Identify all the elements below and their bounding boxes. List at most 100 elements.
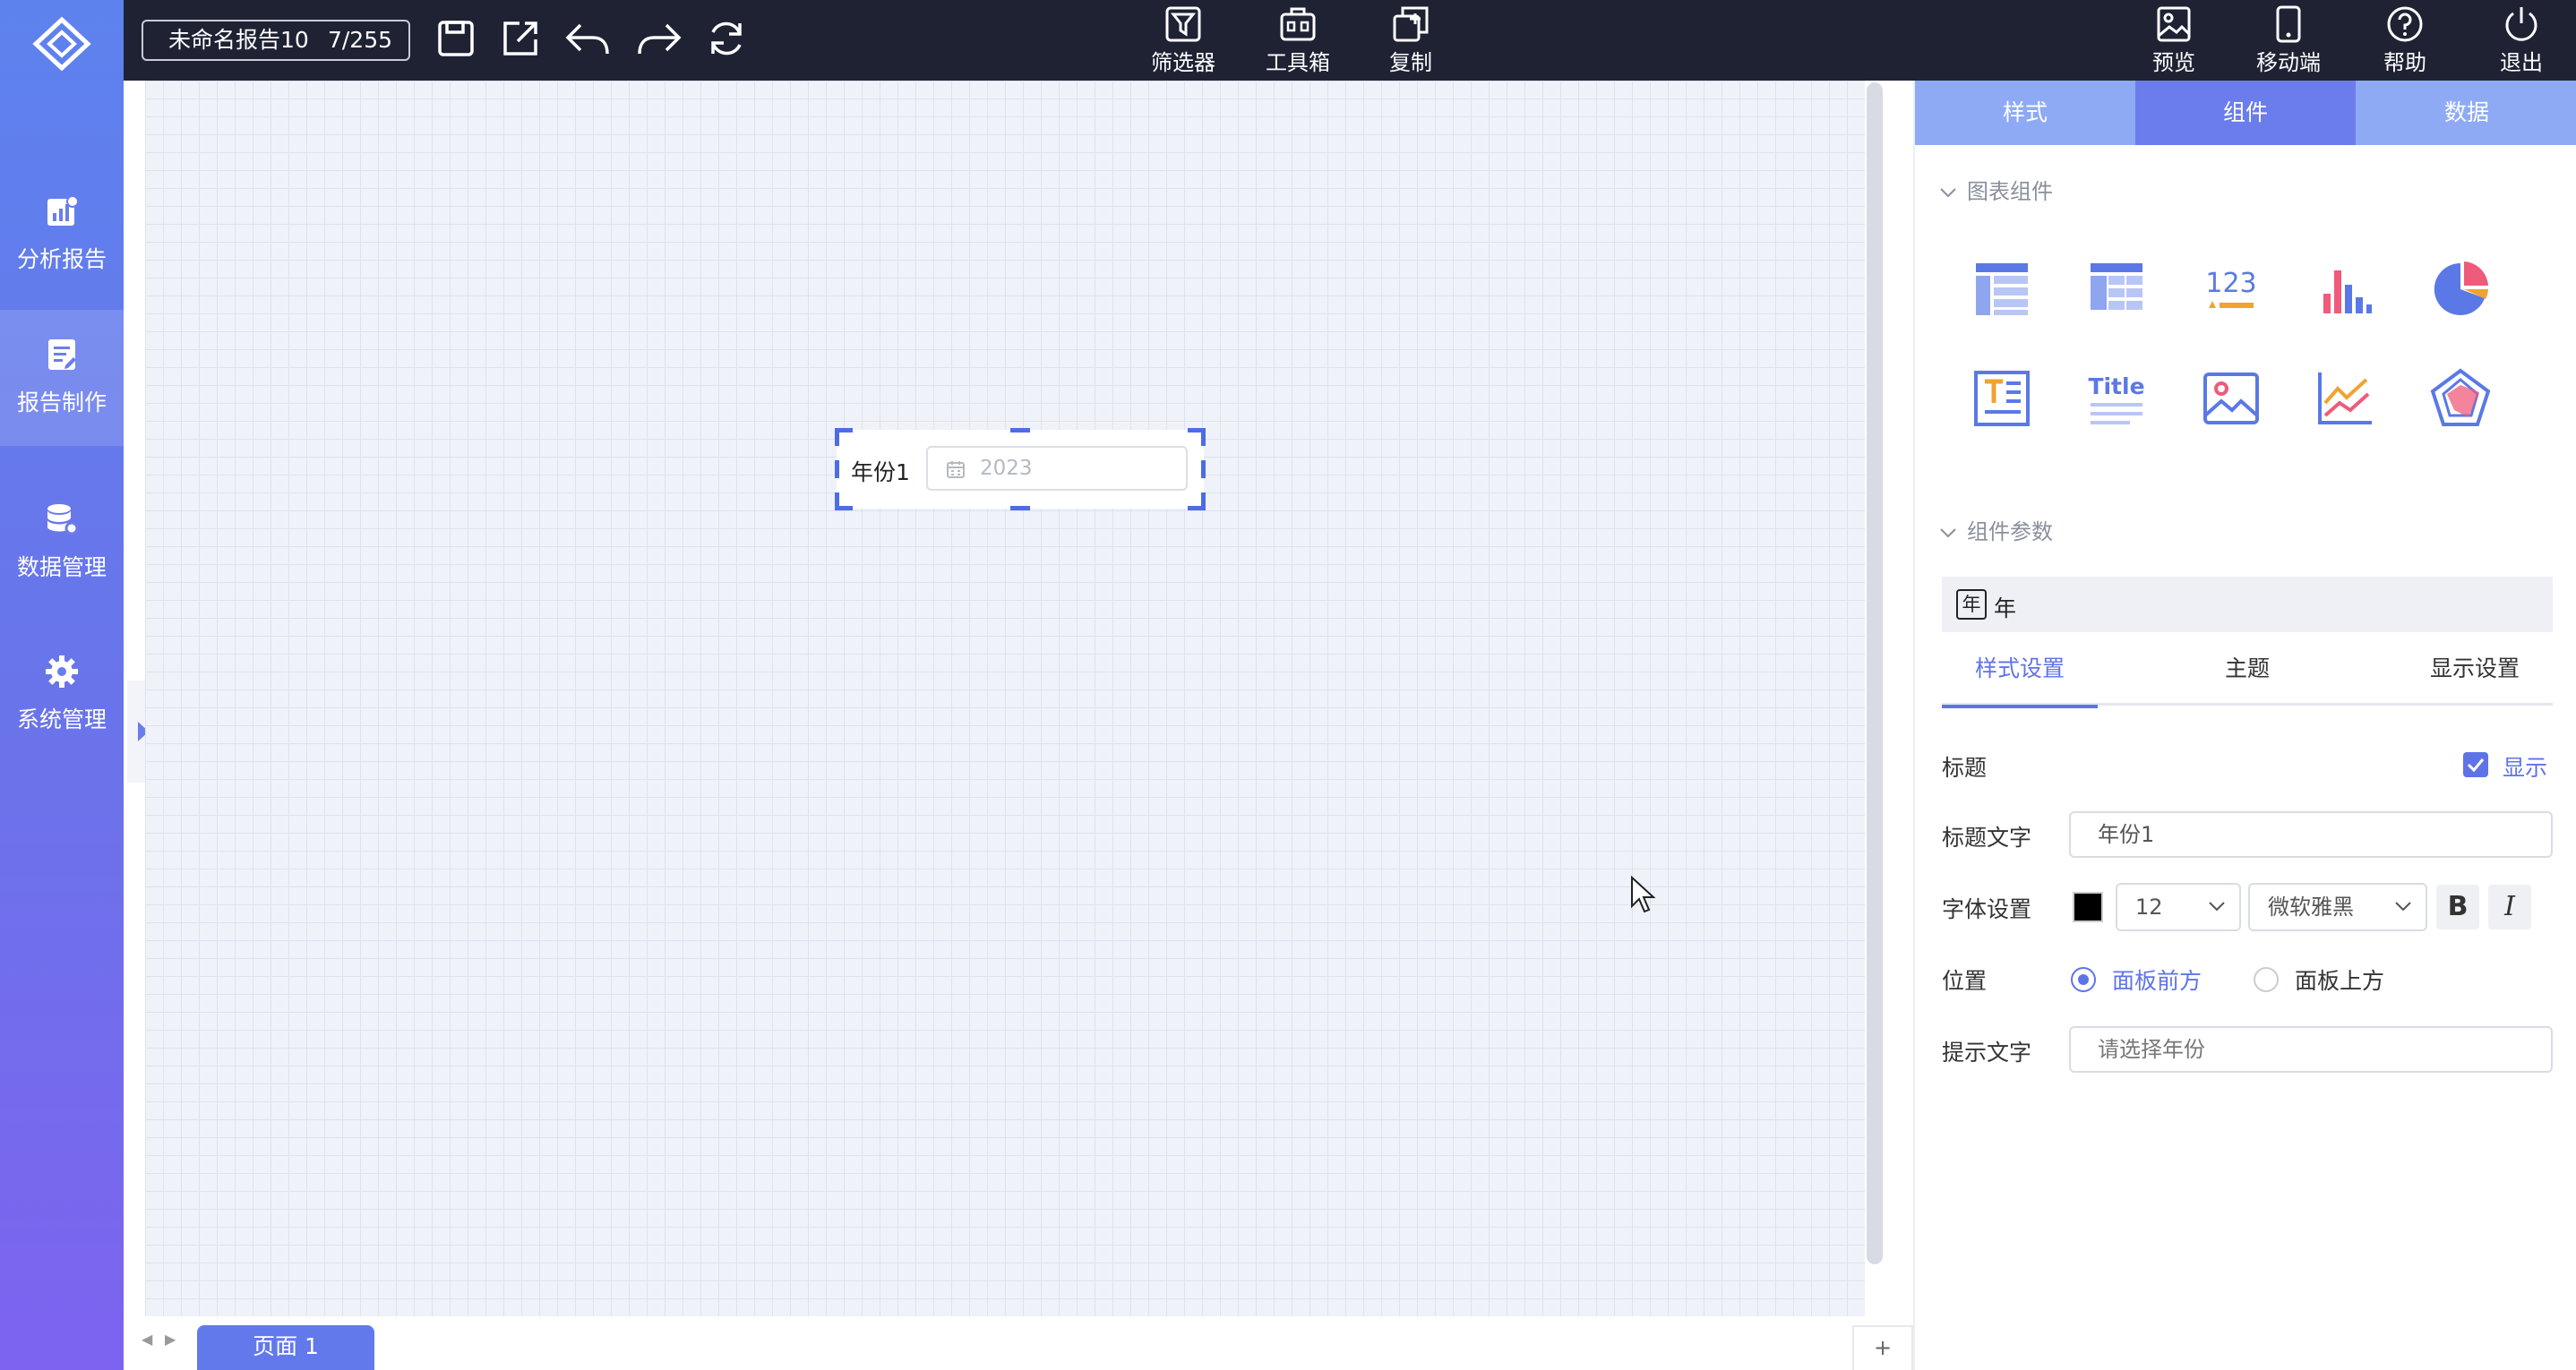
year-filter-widget[interactable]: 年份1 2023 xyxy=(835,428,1206,510)
logo-icon[interactable] xyxy=(30,16,93,72)
resize-handle[interactable] xyxy=(835,460,839,478)
chart-components-header[interactable]: 图表组件 xyxy=(1938,174,2053,205)
toolbox-button[interactable]: 工具箱 xyxy=(1258,4,1338,77)
help-button[interactable]: 帮助 xyxy=(2365,4,2445,77)
mouse-cursor-icon xyxy=(1631,876,1656,913)
position-top-radio[interactable] xyxy=(2254,967,2279,992)
sidebar-item-report-make[interactable]: 报告制作 xyxy=(0,310,124,446)
panel-tabs: 样式 组件 数据 xyxy=(1915,81,2576,145)
preview-icon xyxy=(2157,6,2191,42)
title-icon-text: Title xyxy=(2088,373,2144,399)
resize-handle[interactable] xyxy=(835,428,839,446)
widget-title: 年份1 xyxy=(851,459,910,485)
power-icon xyxy=(2505,7,2537,41)
position-front-radio[interactable] xyxy=(2071,967,2096,992)
canvas-scrollbar[interactable] xyxy=(1867,82,1883,1264)
year-input[interactable]: 2023 xyxy=(926,446,1188,491)
calendar-icon xyxy=(947,461,965,478)
sidebar-item-system-management[interactable]: 系统管理 xyxy=(0,627,124,752)
mobile-button[interactable]: 移动端 xyxy=(2248,4,2329,77)
hint-text-input[interactable]: 请选择年份 xyxy=(2069,1026,2553,1073)
bold-button[interactable]: B xyxy=(2436,885,2479,929)
font-size-value: 12 xyxy=(2135,895,2163,920)
logout-button[interactable]: 退出 xyxy=(2481,4,2562,77)
gear-icon xyxy=(46,655,78,688)
resize-handle[interactable] xyxy=(1201,460,1206,478)
mobile-label: 移动端 xyxy=(2256,50,2321,75)
title-text-input[interactable]: 年份1 xyxy=(2069,811,2553,858)
number-icon-text: 123 xyxy=(2205,268,2256,299)
sidebar-item-analysis-report[interactable]: 分析报告 xyxy=(0,167,124,292)
font-size-select[interactable]: 12 xyxy=(2116,883,2241,931)
resize-handle[interactable] xyxy=(1010,428,1030,432)
table-icon[interactable] xyxy=(1971,258,2033,321)
chevron-down-icon xyxy=(1940,188,1956,198)
italic-button[interactable]: I xyxy=(2488,885,2531,929)
font-color-swatch[interactable] xyxy=(2073,892,2103,922)
position-front-label[interactable]: 面板前方 xyxy=(2112,963,2202,996)
title-icon[interactable]: Title xyxy=(2085,367,2148,430)
year-input-value: 2023 xyxy=(980,457,1033,480)
resize-handle[interactable] xyxy=(1201,492,1206,510)
tab-component[interactable]: 组件 xyxy=(2135,81,2356,145)
preview-button[interactable]: 预览 xyxy=(2134,4,2214,77)
page-tab[interactable]: 页面 1 xyxy=(197,1325,374,1370)
page-prev-icon[interactable]: ◀ xyxy=(142,1331,152,1348)
position-top-label[interactable]: 面板上方 xyxy=(2295,963,2384,996)
tab-data[interactable]: 数据 xyxy=(2356,81,2576,145)
number-card-icon[interactable]: 123 xyxy=(2200,258,2263,321)
section-title: 图表组件 xyxy=(1967,179,2053,204)
add-page-button[interactable]: + xyxy=(1852,1325,1913,1370)
refresh-icon[interactable] xyxy=(706,18,747,59)
design-canvas[interactable] xyxy=(145,81,1865,1316)
resize-handle[interactable] xyxy=(1010,506,1030,510)
resize-handle[interactable] xyxy=(835,492,839,510)
top-toolbar: 未命名报告10 7/255 筛选器 工具箱 复制 预览 移动端 帮助 退出 xyxy=(124,0,2576,81)
year-badge-icon: 年 xyxy=(1956,589,1987,620)
bar-chart-icon[interactable] xyxy=(2314,258,2377,321)
redo-icon[interactable] xyxy=(634,18,684,59)
image-icon[interactable] xyxy=(2200,367,2263,430)
tab-style[interactable]: 样式 xyxy=(1915,81,2135,145)
chevron-down-icon xyxy=(2395,902,2411,912)
sidebar-item-label: 系统管理 xyxy=(16,706,107,732)
text-icon[interactable] xyxy=(1971,367,2033,430)
undo-icon[interactable] xyxy=(562,18,613,59)
chevron-down-icon xyxy=(2209,902,2225,912)
sidebar-item-data-management[interactable]: 数据管理 xyxy=(0,475,124,600)
save-icon[interactable] xyxy=(435,18,477,59)
left-sidebar: 分析报告 报告制作 数据管理 系统管理 xyxy=(0,0,124,1370)
pie-chart-icon[interactable] xyxy=(2429,258,2492,321)
radar-chart-icon[interactable] xyxy=(2429,367,2492,430)
line-chart-icon[interactable] xyxy=(2314,367,2377,430)
section-title: 组件参数 xyxy=(1967,519,2053,544)
resize-handle[interactable] xyxy=(1201,428,1206,446)
sidebar-item-label: 报告制作 xyxy=(16,390,107,415)
subtab-display-settings[interactable]: 显示设置 xyxy=(2397,638,2553,706)
filter-button[interactable]: 筛选器 xyxy=(1143,4,1224,77)
copy-button[interactable]: 复制 xyxy=(1370,4,1451,77)
component-params-header[interactable]: 组件参数 xyxy=(1938,514,2053,545)
report-name-field[interactable]: 未命名报告10 7/255 xyxy=(142,20,410,61)
show-title-label[interactable]: 显示 xyxy=(2503,750,2547,783)
filter-label: 筛选器 xyxy=(1151,50,1215,75)
subtab-style-settings[interactable]: 样式设置 xyxy=(1942,638,2098,708)
show-title-checkbox[interactable] xyxy=(2463,752,2488,777)
pivot-table-icon[interactable] xyxy=(2085,258,2148,321)
settings-subtabs: 样式设置 主题 显示设置 xyxy=(1942,638,2553,708)
page-next-icon[interactable]: ▶ xyxy=(165,1331,176,1348)
position-label: 位置 xyxy=(1942,968,1988,994)
help-label: 帮助 xyxy=(2383,50,2426,75)
toolbox-icon xyxy=(1280,7,1316,41)
font-family-select[interactable]: 微软雅黑 xyxy=(2248,883,2427,931)
chevron-down-icon xyxy=(1940,528,1956,538)
copy-label: 复制 xyxy=(1389,50,1432,75)
report-name: 未命名报告10 xyxy=(168,27,309,53)
properties-panel: 样式 组件 数据 图表组件 123 Title 组件参数 年 年 样式设置 主题… xyxy=(1913,81,2576,1370)
logout-label: 退出 xyxy=(2500,50,2543,75)
preview-label: 预览 xyxy=(2152,50,2195,75)
page-bar: ◀ ▶ 页面 1 + xyxy=(124,1316,1913,1370)
export-icon[interactable] xyxy=(500,18,541,59)
filter-icon xyxy=(1165,6,1201,42)
subtab-theme[interactable]: 主题 xyxy=(2169,638,2325,706)
